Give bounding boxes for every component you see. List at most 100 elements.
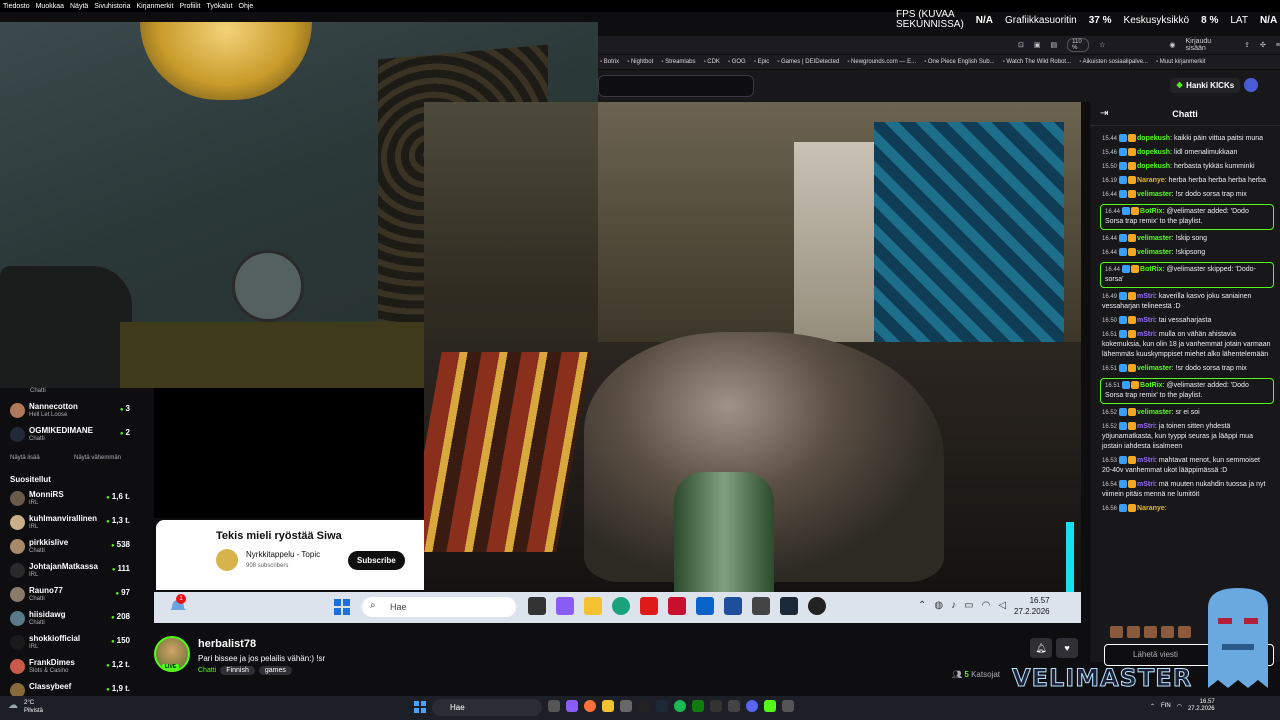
message-user[interactable]: dopekush — [1137, 149, 1170, 156]
sidebar-channel-item[interactable]: hiisidawgChatti 208 — [10, 608, 132, 630]
message-user[interactable]: velimaster — [1137, 191, 1172, 198]
emote-icon[interactable] — [1144, 626, 1157, 638]
bookmark-item[interactable]: CDK — [703, 59, 720, 65]
taskbar-clock[interactable]: 16.57 27.2.2026 — [1188, 699, 1215, 713]
menu-item[interactable]: Kirjanmerkit — [136, 3, 173, 10]
menu-item[interactable]: Muokkaa — [36, 3, 64, 10]
message-user[interactable]: velimaster — [1137, 249, 1172, 256]
sidebar-channel-item[interactable]: NannecottonHell Let Loose 3 — [10, 400, 132, 422]
bookmark-star-icon[interactable]: ☆ — [1099, 41, 1105, 49]
bookmark-item[interactable]: Nightbot — [627, 59, 653, 65]
message-user[interactable]: mStri — [1137, 331, 1155, 338]
notification-bell-button[interactable]: 🔔︎ — [1030, 638, 1052, 658]
bookmark-item[interactable]: Watch The Wild Robot... — [1003, 59, 1071, 65]
spotify-icon[interactable] — [674, 700, 686, 712]
user-avatar-icon[interactable] — [1244, 78, 1258, 92]
message-user[interactable]: velimaster — [1137, 365, 1172, 372]
language-indicator[interactable]: FIN — [1161, 703, 1171, 709]
tag-finnish[interactable]: Finnish — [220, 666, 255, 675]
menu-item[interactable]: Tiedosto — [3, 3, 30, 10]
bookmark-item[interactable]: One Piece English Sub... — [924, 59, 995, 65]
kick-icon[interactable] — [764, 700, 776, 712]
stream-category[interactable]: Chatti — [198, 667, 216, 674]
store-icon[interactable] — [620, 700, 632, 712]
copilot-icon[interactable] — [566, 700, 578, 712]
streamer-name[interactable]: herbalist78 — [198, 638, 256, 650]
message-user[interactable]: BotRix — [1140, 382, 1163, 389]
xbox-icon[interactable] — [692, 700, 704, 712]
extension-puzzle-icon[interactable]: ✣ — [1260, 41, 1266, 49]
follow-heart-button[interactable]: ♥ — [1056, 638, 1078, 658]
chat-message: 16.49 mStri: kaverilla kasvo joku saniain… — [1100, 290, 1274, 314]
message-user[interactable]: velimaster — [1137, 409, 1172, 416]
menu-item[interactable]: Sivuhistoria — [94, 3, 130, 10]
taskbar-search[interactable]: Hae — [432, 699, 542, 716]
sidebar-channel-item[interactable]: MonniRSIRL 1,6 t. — [10, 488, 132, 510]
weather-widget[interactable]: 2°C Pilvistä — [24, 699, 43, 715]
taskview-icon[interactable] — [548, 700, 560, 712]
bookmark-item[interactable]: Games | DEIDetected — [777, 59, 839, 65]
show-less-link[interactable]: Näytä vähemmän — [74, 455, 121, 461]
bookmark-item[interactable]: Botrix — [600, 59, 619, 65]
message-user[interactable]: Naranye — [1137, 177, 1165, 184]
subscribe-button[interactable]: Subscribe — [348, 551, 405, 570]
message-user[interactable]: dopekush — [1137, 135, 1170, 142]
emote-icon[interactable] — [1110, 626, 1123, 638]
signin-link[interactable]: Kirjaudu sisään — [1186, 38, 1221, 52]
emote-icon[interactable] — [1127, 626, 1140, 638]
bookmark-item[interactable]: Streamlabs — [661, 59, 695, 65]
emote-icon[interactable] — [1161, 626, 1174, 638]
menu-item[interactable]: Ohje — [239, 3, 254, 10]
app-icon[interactable] — [782, 700, 794, 712]
message-user[interactable]: BotRix — [1140, 208, 1163, 215]
message-user[interactable]: mStri — [1137, 317, 1155, 324]
wifi-icon[interactable]: ◠ — [1177, 703, 1182, 710]
firefox-icon[interactable] — [584, 700, 596, 712]
bookmark-item[interactable]: Aikuisten sosiaalipalve... — [1079, 59, 1148, 65]
reader-icon[interactable]: ▤ — [1051, 41, 1058, 49]
message-user[interactable]: Naranye — [1137, 505, 1165, 512]
sidebar-channel-item[interactable]: shokkiofficialIRL 150 — [10, 632, 132, 654]
discord-icon[interactable] — [746, 700, 758, 712]
channel-name: pirkkislive — [29, 538, 69, 547]
tag-games[interactable]: games — [258, 666, 292, 675]
windows-start-icon[interactable] — [414, 701, 426, 713]
folder-icon[interactable] — [602, 700, 614, 712]
message-user[interactable]: mStri — [1137, 457, 1155, 464]
message-user[interactable]: mStri — [1137, 293, 1155, 300]
sidebar-channel-item[interactable]: pirkkisliveChatti 538 — [10, 536, 132, 558]
bookmark-item[interactable]: Muut kirjanmerkit — [1156, 59, 1206, 65]
message-user[interactable]: BotRix — [1140, 266, 1163, 273]
menu-item[interactable]: Työkalut — [206, 3, 232, 10]
bookmark-item[interactable]: Newgrounds.com — E... — [847, 59, 916, 65]
epic-icon[interactable] — [710, 700, 722, 712]
sidebar-channel-item[interactable]: kuhlmanvirallinenIRL 1,3 t. — [10, 512, 132, 534]
show-more-link[interactable]: Näytä lisää — [10, 455, 40, 461]
sidebar-channel-item[interactable]: Rauno77Chatti 97 — [10, 584, 132, 606]
zoom-level[interactable]: 110 % — [1067, 38, 1090, 52]
message-user[interactable]: dopekush — [1137, 163, 1170, 170]
sidebar-channel-item[interactable]: OGMIKEDIMANEChatti 2 — [10, 424, 132, 446]
chevron-up-icon[interactable]: ⌃ — [1150, 703, 1155, 710]
menu-icon[interactable]: ≡ — [1276, 42, 1280, 49]
message-user[interactable]: velimaster — [1137, 235, 1172, 242]
menu-item[interactable]: Profiilit — [179, 3, 200, 10]
sidebar-channel-item[interactable]: FrankDimesSlots & Casino 1,2 t. — [10, 656, 132, 678]
screenshot-icon[interactable]: ▣ — [1034, 41, 1041, 49]
get-kicks-button[interactable]: ❖ Hanki KICKs — [1170, 78, 1241, 93]
app-icon[interactable] — [728, 700, 740, 712]
sidebar-channel-item[interactable]: JohtajanMatkassaIRL 111 — [10, 560, 132, 582]
account-icon[interactable]: ◉ — [1169, 41, 1175, 49]
search-input[interactable] — [598, 75, 754, 97]
upload-icon[interactable]: ⇪ — [1244, 41, 1250, 49]
extensions-icon[interactable]: ⊡ — [1018, 41, 1024, 49]
menu-item[interactable]: Näytä — [70, 3, 88, 10]
obs-icon[interactable] — [638, 700, 650, 712]
message-user[interactable]: mStri — [1137, 423, 1155, 430]
video-player[interactable] — [424, 102, 1081, 596]
message-user[interactable]: mStri — [1137, 481, 1155, 488]
bookmark-item[interactable]: GOG — [728, 59, 746, 65]
steam-icon[interactable] — [656, 700, 668, 712]
bookmark-item[interactable]: Epic — [754, 59, 770, 65]
emote-icon[interactable] — [1178, 626, 1191, 638]
